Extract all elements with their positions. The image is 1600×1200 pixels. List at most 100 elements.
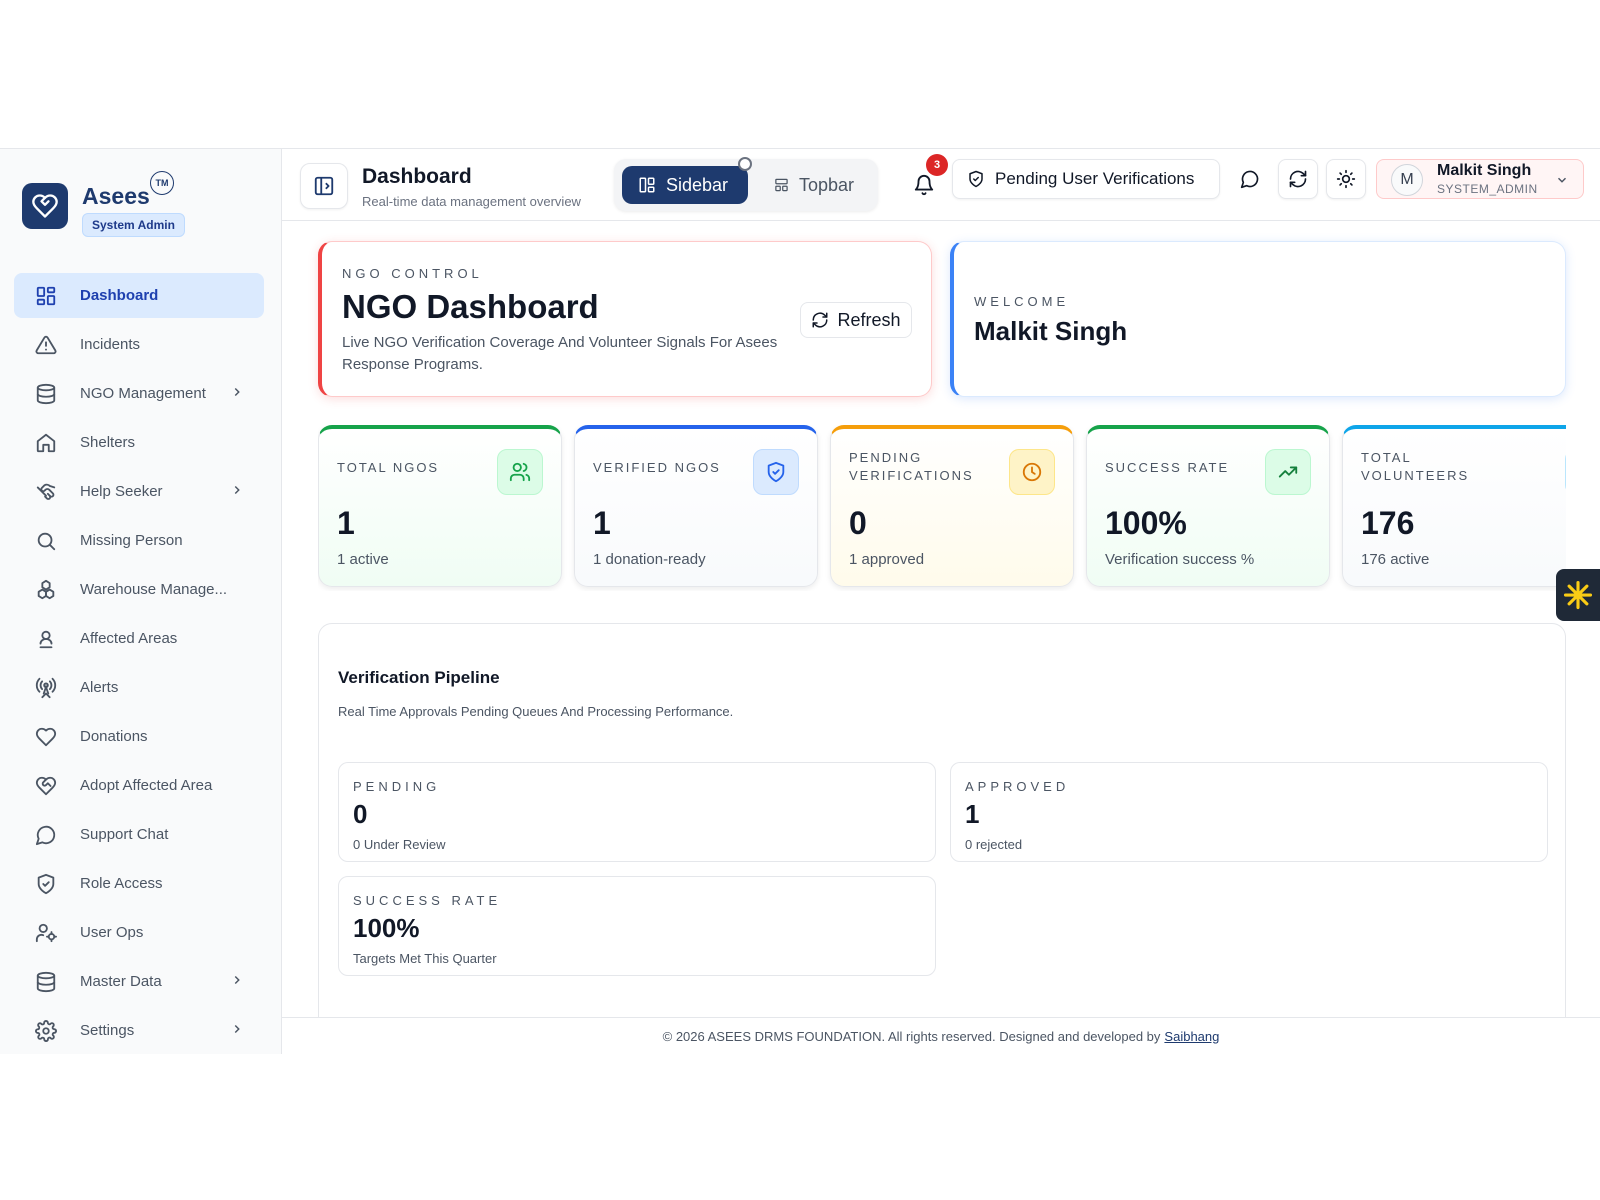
sidebar-item-dashboard[interactable]: Dashboard (14, 273, 264, 318)
sun-icon (1336, 169, 1356, 189)
trending-up-icon (1265, 449, 1311, 495)
stat-card-pending-verifications: PENDING VERIFICATIONS 0 1 approved (830, 425, 1074, 587)
stat-label: SUCCESS RATE (1105, 460, 1230, 475)
chevron-down-icon (1555, 173, 1569, 192)
sidebar-item-settings[interactable]: Settings (14, 1008, 264, 1053)
sidebar-item-adopt-affected-area[interactable]: Adopt Affected Area (14, 763, 264, 808)
notification-count-badge: 3 (926, 154, 948, 176)
sidebar-item-donations[interactable]: Donations (14, 714, 264, 759)
stat-value: 0 (849, 505, 867, 541)
sidebar-item-label: Alerts (80, 679, 119, 696)
welcome-name: Malkit Singh (974, 316, 1128, 346)
pipeline-box-value: 0 (353, 799, 368, 829)
verification-pipeline-card: Verification Pipeline Real Time Approval… (318, 623, 1566, 1033)
sidebar-item-alerts[interactable]: Alerts (14, 665, 264, 710)
sidebar-item-missing-person[interactable]: Missing Person (14, 518, 264, 563)
sidebar-item-label: Donations (80, 728, 148, 745)
footer-developer-link[interactable]: Saibhang (1164, 1029, 1219, 1044)
layout-topbar-button[interactable]: Topbar (758, 166, 870, 204)
stat-sub: Verification success % (1105, 551, 1255, 568)
pipeline-box-label: PENDING (353, 779, 441, 794)
pipeline-box-sub: 0 rejected (965, 837, 1023, 852)
gear-icon (34, 1019, 58, 1043)
chevron-right-icon (230, 1022, 244, 1040)
page-title: Dashboard (362, 165, 472, 188)
sidebar-item-label: Adopt Affected Area (80, 777, 213, 794)
sidebar-item-role-access[interactable]: Role Access (14, 861, 264, 906)
radio-tower-icon (34, 676, 58, 700)
footer-text: © 2026 ASEES DRMS FOUNDATION. All rights… (662, 1028, 1161, 1044)
user-menu-button[interactable]: M Malkit Singh SYSTEM_ADMIN (1376, 159, 1584, 199)
bell-icon (914, 175, 934, 196)
stat-card-total-ngos: TOTAL NGOS 1 1 active (318, 425, 562, 587)
user-name: Malkit Singh (1437, 162, 1532, 179)
sidebar-item-label: Missing Person (80, 532, 183, 549)
shield-check-icon (753, 449, 799, 495)
ngo-hero-card: NGO CONTROL NGO Dashboard Live NGO Verif… (318, 241, 932, 397)
sidebar-item-label: Shelters (80, 434, 136, 451)
pipeline-pending-box: PENDING 0 0 Under Review (338, 762, 936, 862)
page-subtitle: Real-time data management overview (362, 194, 581, 209)
pipeline-title: Verification Pipeline (338, 668, 500, 687)
shield-check-icon (969, 170, 983, 188)
sidebar-item-label: Warehouse Manage... (80, 581, 228, 598)
clock-icon (1009, 449, 1055, 495)
sidebar-item-label: Role Access (80, 875, 163, 892)
chat-button[interactable] (1230, 159, 1270, 199)
sidebar-item-label: Support Chat (80, 826, 169, 843)
sidebar-item-label: Dashboard (80, 287, 159, 304)
sidebar-nav: Dashboard Incidents NGO Management Shelt… (14, 273, 264, 1057)
sidebar-item-incidents[interactable]: Incidents (14, 322, 264, 367)
pending-user-verifications-button[interactable]: Pending User Verifications (952, 159, 1220, 199)
footer: © 2026 ASEES DRMS FOUNDATION. All rights… (282, 1017, 1600, 1054)
top-header: Dashboard Real-time data management over… (282, 149, 1600, 221)
refresh-button[interactable]: Refresh (800, 302, 912, 338)
stat-card-total-volunteers: TOTAL VOLUNTEERS 176 176 active (1342, 425, 1566, 587)
stat-value: 176 (1361, 505, 1415, 541)
heart-handshake-icon (34, 774, 58, 798)
stat-value: 1 (337, 505, 355, 541)
pipeline-box-sub: 0 Under Review (353, 837, 446, 852)
main-content: Dashboard Real-time data management over… (282, 149, 1600, 1054)
sidebar-item-master-data[interactable]: Master Data (14, 959, 264, 1004)
sidebar-item-support-chat[interactable]: Support Chat (14, 812, 264, 857)
layout-sidebar-button[interactable]: Sidebar (622, 166, 748, 204)
sidebar-item-help-seeker[interactable]: Help Seeker (14, 469, 264, 514)
pipeline-subtitle: Real Time Approvals Pending Queues And P… (338, 704, 734, 719)
sidebar-item-label: User Ops (80, 924, 144, 941)
handshake-icon (34, 480, 58, 504)
sidebar-item-affected-areas[interactable]: Affected Areas (14, 616, 264, 661)
sidebar-item-label: Master Data (80, 973, 162, 990)
stat-value: 1 (593, 505, 611, 541)
users-icon (497, 449, 543, 495)
sidebar-item-user-ops[interactable]: User Ops (14, 910, 264, 955)
heart-icon (34, 725, 58, 749)
user-role: SYSTEM_ADMIN (1437, 182, 1538, 196)
sidebar-toggle-button[interactable] (300, 163, 348, 209)
layout-sidebar-label: Sidebar (666, 174, 729, 195)
app-shell: Asees TM System Admin Dashboard Incident… (0, 148, 1600, 1054)
floating-assistant-button[interactable] (1556, 569, 1600, 621)
brand[interactable]: Asees TM System Admin (22, 171, 262, 243)
stat-sub: 1 donation-ready (593, 551, 706, 568)
pipeline-box-value: 1 (965, 799, 980, 829)
chat-bubble-icon (1240, 170, 1259, 189)
stat-label: TOTAL NGOS (337, 460, 440, 475)
sidebar-item-ngo-management[interactable]: NGO Management (14, 371, 264, 416)
sidebar-item-label: Settings (80, 1022, 135, 1039)
sidebar-item-warehouse-management[interactable]: Warehouse Manage... (14, 567, 264, 612)
layout-topbar-label: Topbar (798, 174, 854, 195)
theme-toggle-button[interactable] (1326, 159, 1366, 199)
refresh-icon (812, 312, 828, 328)
welcome-overline: WELCOME (974, 294, 1070, 309)
panel-left-icon (314, 176, 334, 196)
stat-sub: 1 active (337, 551, 389, 568)
pipeline-box-value: 100% (353, 913, 420, 943)
stat-sub: 1 approved (849, 551, 925, 568)
sidebar-item-shelters[interactable]: Shelters (14, 420, 264, 465)
user-cog-icon (34, 921, 58, 945)
chevron-right-icon (230, 483, 244, 501)
dashboard-grid-icon (34, 284, 58, 308)
sync-button[interactable] (1278, 159, 1318, 199)
boxes-icon (34, 578, 58, 602)
